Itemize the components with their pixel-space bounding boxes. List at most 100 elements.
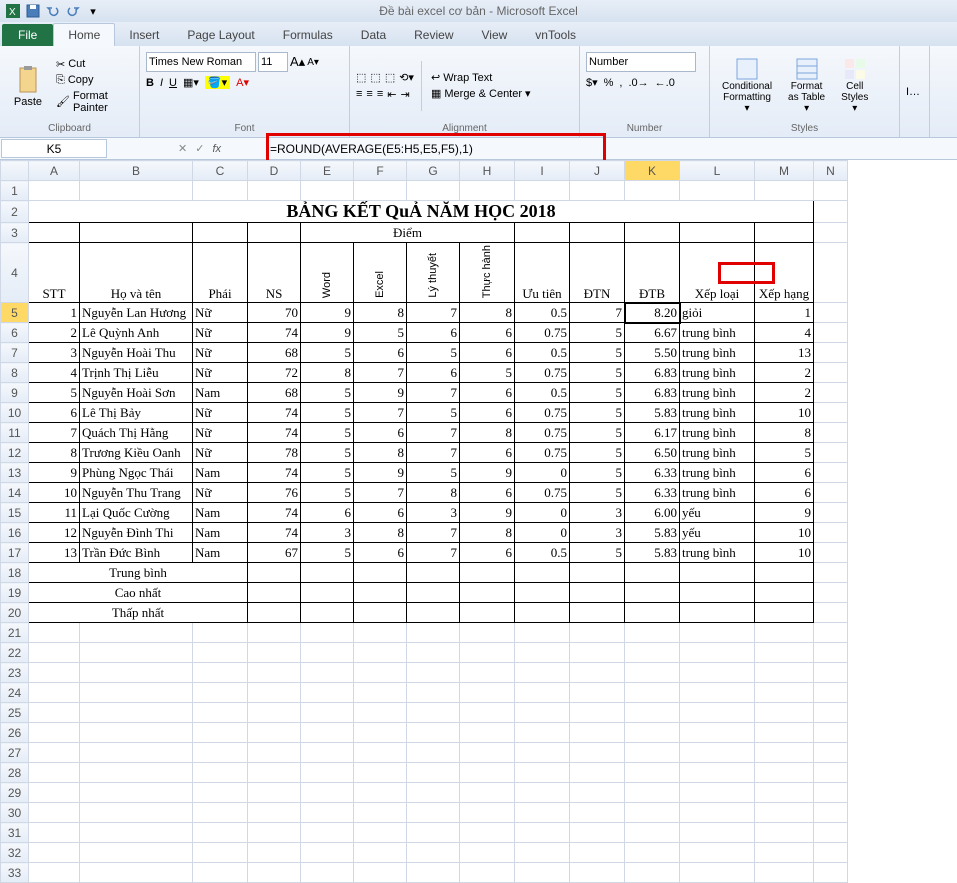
cell-F20[interactable] (354, 603, 407, 623)
cell-D26[interactable] (248, 723, 301, 743)
cell-N11[interactable] (814, 423, 848, 443)
row-header-19[interactable]: 19 (1, 583, 29, 603)
conditional-formatting-button[interactable]: Conditional Formatting▾ (716, 55, 778, 116)
cell-A23[interactable] (29, 663, 80, 683)
cell-E13[interactable]: 5 (301, 463, 354, 483)
cell-A20[interactable]: Thấp nhất (29, 603, 248, 623)
cell-J9[interactable]: 5 (570, 383, 625, 403)
cell-M16[interactable]: 10 (755, 523, 814, 543)
cell-C7[interactable]: Nữ (193, 343, 248, 363)
cell-K17[interactable]: 5.83 (625, 543, 680, 563)
cell-I16[interactable]: 0 (515, 523, 570, 543)
cell-E24[interactable] (301, 683, 354, 703)
cell-M1[interactable] (755, 181, 814, 201)
cell-L11[interactable]: trung bình (680, 423, 755, 443)
cell-H29[interactable] (460, 783, 515, 803)
cell-M9[interactable]: 2 (755, 383, 814, 403)
row-header-12[interactable]: 12 (1, 443, 29, 463)
cell-C14[interactable]: Nữ (193, 483, 248, 503)
cell-K5[interactable]: 8.20 (625, 303, 680, 323)
cell-N18[interactable] (814, 563, 848, 583)
cell-D21[interactable] (248, 623, 301, 643)
cell-F18[interactable] (354, 563, 407, 583)
cell-E3[interactable]: Điểm (301, 223, 515, 243)
cell-L27[interactable] (680, 743, 755, 763)
cell-E1[interactable] (301, 181, 354, 201)
cell-A8[interactable]: 4 (29, 363, 80, 383)
cell-C28[interactable] (193, 763, 248, 783)
cell-G13[interactable]: 5 (407, 463, 460, 483)
cell-K15[interactable]: 6.00 (625, 503, 680, 523)
cell-J17[interactable]: 5 (570, 543, 625, 563)
col-header-N[interactable]: N (814, 161, 848, 181)
cell-A11[interactable]: 7 (29, 423, 80, 443)
cell-A2[interactable]: BẢNG KẾT QuẢ NĂM HỌC 2018 (29, 201, 814, 223)
save-icon[interactable] (24, 2, 42, 20)
cell-C17[interactable]: Nam (193, 543, 248, 563)
cell-M30[interactable] (755, 803, 814, 823)
row-header-18[interactable]: 18 (1, 563, 29, 583)
file-tab[interactable]: File (2, 24, 53, 46)
cell-G20[interactable] (407, 603, 460, 623)
row-header-31[interactable]: 31 (1, 823, 29, 843)
cell-E27[interactable] (301, 743, 354, 763)
col-header-L[interactable]: L (680, 161, 755, 181)
cell-A22[interactable] (29, 643, 80, 663)
cell-D13[interactable]: 74 (248, 463, 301, 483)
cell-E6[interactable]: 9 (301, 323, 354, 343)
row-header-33[interactable]: 33 (1, 863, 29, 883)
cell-D30[interactable] (248, 803, 301, 823)
cell-J33[interactable] (570, 863, 625, 883)
cell-C11[interactable]: Nữ (193, 423, 248, 443)
cell-F28[interactable] (354, 763, 407, 783)
formula-input[interactable] (268, 138, 668, 159)
cell-L31[interactable] (680, 823, 755, 843)
cell-F26[interactable] (354, 723, 407, 743)
cell-K28[interactable] (625, 763, 680, 783)
cell-C9[interactable]: Nam (193, 383, 248, 403)
row-header-11[interactable]: 11 (1, 423, 29, 443)
col-header-I[interactable]: I (515, 161, 570, 181)
cell-G15[interactable]: 3 (407, 503, 460, 523)
col-header-M[interactable]: M (755, 161, 814, 181)
cell-L28[interactable] (680, 763, 755, 783)
cell-B10[interactable]: Lê Thị Bảy (80, 403, 193, 423)
cell-A21[interactable] (29, 623, 80, 643)
qat-dropdown-icon[interactable]: ▾ (84, 2, 102, 20)
cell-K11[interactable]: 6.17 (625, 423, 680, 443)
cell-B23[interactable] (80, 663, 193, 683)
cell-K6[interactable]: 6.67 (625, 323, 680, 343)
cell-J14[interactable]: 5 (570, 483, 625, 503)
italic-button[interactable]: I (160, 77, 163, 89)
cell-F9[interactable]: 9 (354, 383, 407, 403)
cell-M3[interactable] (755, 223, 814, 243)
cell-K23[interactable] (625, 663, 680, 683)
cell-H27[interactable] (460, 743, 515, 763)
cell-J4[interactable]: ĐTN (570, 243, 625, 303)
col-header-J[interactable]: J (570, 161, 625, 181)
cell-L29[interactable] (680, 783, 755, 803)
redo-icon[interactable] (64, 2, 82, 20)
cell-F24[interactable] (354, 683, 407, 703)
cell-G7[interactable]: 5 (407, 343, 460, 363)
row-header-20[interactable]: 20 (1, 603, 29, 623)
cell-F16[interactable]: 8 (354, 523, 407, 543)
cell-A9[interactable]: 5 (29, 383, 80, 403)
cell-N21[interactable] (814, 623, 848, 643)
col-header-C[interactable]: C (193, 161, 248, 181)
cell-H20[interactable] (460, 603, 515, 623)
cell-C15[interactable]: Nam (193, 503, 248, 523)
align-bottom-icon[interactable]: ⬚ (385, 71, 395, 84)
indent-inc-icon[interactable]: ⇥ (400, 88, 409, 101)
cell-B11[interactable]: Quách Thị Hằng (80, 423, 193, 443)
row-header-29[interactable]: 29 (1, 783, 29, 803)
cell-I20[interactable] (515, 603, 570, 623)
cell-B26[interactable] (80, 723, 193, 743)
cell-K10[interactable]: 5.83 (625, 403, 680, 423)
row-header-27[interactable]: 27 (1, 743, 29, 763)
cell-F15[interactable]: 6 (354, 503, 407, 523)
cell-K24[interactable] (625, 683, 680, 703)
align-top-icon[interactable]: ⬚ (356, 71, 366, 84)
cell-C1[interactable] (193, 181, 248, 201)
cell-I24[interactable] (515, 683, 570, 703)
